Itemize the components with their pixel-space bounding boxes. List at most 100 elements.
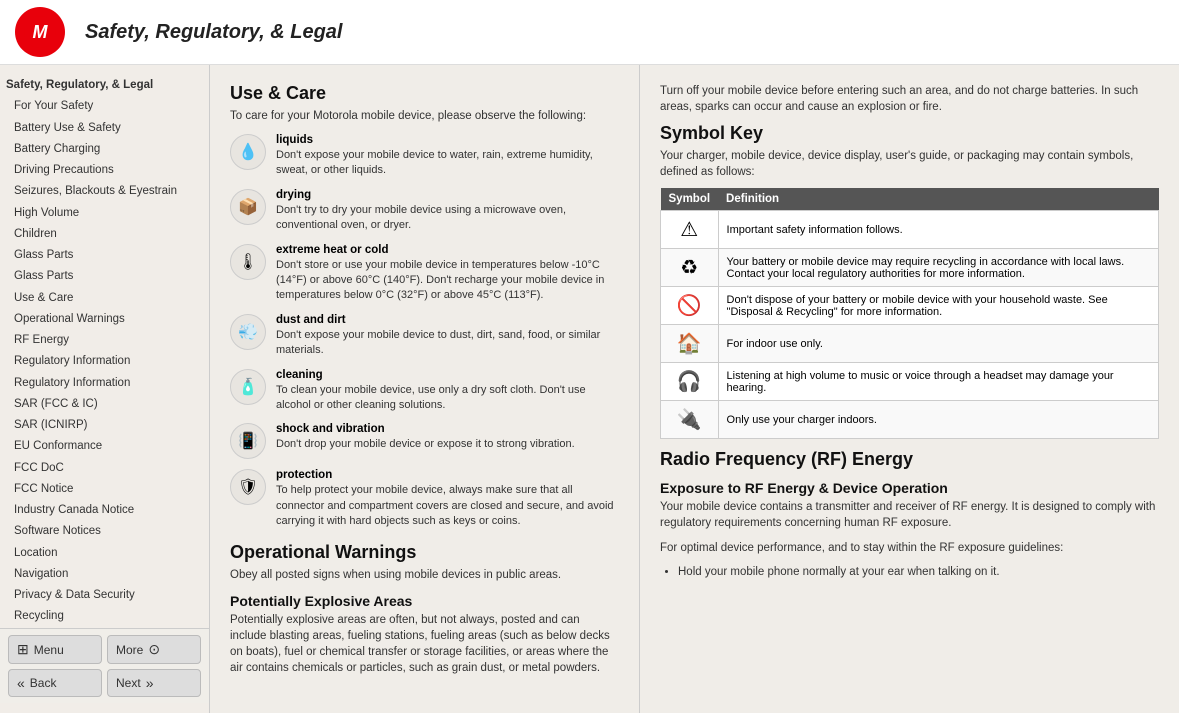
sidebar-item-fcc-doc[interactable]: FCC DoC <box>0 458 209 479</box>
symbol-key-description: Your charger, mobile device, device disp… <box>660 148 1159 180</box>
symbol-cell-2: 🚫 <box>661 287 719 325</box>
back-button[interactable]: « Back <box>8 669 102 697</box>
use-care-title: Use & Care <box>230 83 619 104</box>
care-text-extreme-heat: extreme heat or coldDon't store or use y… <box>276 244 619 304</box>
header: M Safety, Regulatory, & Legal <box>0 0 1179 65</box>
next-button[interactable]: Next » <box>107 669 201 697</box>
sidebar-item-use-care[interactable]: Use & Care <box>0 288 209 309</box>
definition-cell-5: Only use your charger indoors. <box>718 401 1158 439</box>
symbol-row-4: 🎧Listening at high volume to music or vo… <box>661 363 1159 401</box>
sidebar-item-privacy-data-security[interactable]: Privacy & Data Security <box>0 585 209 606</box>
sidebar-item-glass-parts1[interactable]: Glass Parts <box>0 245 209 266</box>
potentially-explosive-title: Potentially Explosive Areas <box>230 593 619 609</box>
symbol-row-1: ♻Your battery or mobile device may requi… <box>661 249 1159 287</box>
care-title-drying: drying <box>276 189 619 201</box>
care-desc-protection: To help protect your mobile device, alwa… <box>276 483 619 529</box>
symbol-cell-5: 🔌 <box>661 401 719 439</box>
more-icon: ⊙ <box>148 641 160 658</box>
operational-warnings-desc: Obey all posted signs when using mobile … <box>230 567 619 583</box>
sidebar-item-operational-warnings[interactable]: Operational Warnings <box>0 309 209 330</box>
menu-button[interactable]: ⊞ Menu <box>8 635 102 664</box>
sidebar-item-driving-precautions[interactable]: Driving Precautions <box>0 160 209 181</box>
care-text-liquids: liquidsDon't expose your mobile device t… <box>276 134 619 179</box>
menu-icon: ⊞ <box>17 641 29 658</box>
sidebar-item-children[interactable]: Children <box>0 224 209 245</box>
symbol-cell-3: 🏠 <box>661 325 719 363</box>
care-icon-protection: 🛡 <box>230 469 266 505</box>
symbol-cell-1: ♻ <box>661 249 719 287</box>
definition-cell-4: Listening at high volume to music or voi… <box>718 363 1158 401</box>
sidebar-item-recycling[interactable]: Recycling <box>0 606 209 627</box>
symbol-row-2: 🚫Don't dispose of your battery or mobile… <box>661 287 1159 325</box>
more-button[interactable]: More ⊙ <box>107 635 201 664</box>
back-label: Back <box>30 676 57 690</box>
care-items-list: 💧 liquidsDon't expose your mobile device … <box>230 134 619 529</box>
care-text-drying: drying Don't try to dry your mobile devic… <box>276 189 619 234</box>
rf-guideline-0: Hold your mobile phone normally at your … <box>678 564 1159 580</box>
sidebar-item-sar-fcc-ic[interactable]: SAR (FCC & IC) <box>0 394 209 415</box>
care-desc-dust-dirt: Don't expose your mobile device to dust,… <box>276 328 619 359</box>
care-icon-dust-dirt: 💨 <box>230 314 266 350</box>
care-text-protection: protectionTo help protect your mobile de… <box>276 469 619 529</box>
sidebar-item-glass-parts2[interactable]: Glass Parts <box>0 266 209 287</box>
care-title-shock-vibration: shock and vibration <box>276 423 575 435</box>
next-icon: » <box>146 675 154 691</box>
definition-cell-1: Your battery or mobile device may requir… <box>718 249 1158 287</box>
back-icon: « <box>17 675 25 691</box>
care-icon-drying: 📦 <box>230 189 266 225</box>
care-text-dust-dirt: dust and dirt Don't expose your mobile de… <box>276 314 619 359</box>
sidebar-item-navigation[interactable]: Navigation <box>0 564 209 585</box>
sidebar-item-sar-icnirp[interactable]: SAR (ICNIRP) <box>0 415 209 436</box>
care-desc-drying: Don't try to dry your mobile device usin… <box>276 203 619 234</box>
care-title-dust-dirt: dust and dirt <box>276 314 619 326</box>
use-care-description: To care for your Motorola mobile device,… <box>230 108 619 124</box>
definition-cell-0: Important safety information follows. <box>718 211 1158 249</box>
bottom-nav: ⊞ Menu More ⊙ « Back Next » <box>0 628 209 703</box>
care-desc-liquids: Don't expose your mobile device to water… <box>276 148 619 179</box>
sidebar-item-location[interactable]: Location <box>0 543 209 564</box>
main-layout: Safety, Regulatory, & LegalFor Your Safe… <box>0 65 1179 713</box>
rf-energy-title: Radio Frequency (RF) Energy <box>660 449 1159 470</box>
definition-cell-2: Don't dispose of your battery or mobile … <box>718 287 1158 325</box>
sidebar-item-battery-use-safety[interactable]: Battery Use & Safety <box>0 118 209 139</box>
rf-guidelines-title: For optimal device performance, and to s… <box>660 540 1159 556</box>
sidebar-item-safety-regulatory-legal[interactable]: Safety, Regulatory, & Legal <box>0 75 209 96</box>
care-item-liquids: 💧 liquidsDon't expose your mobile device … <box>230 134 619 179</box>
care-icon-extreme-heat: 🌡 <box>230 244 266 280</box>
symbol-cell-0: ⚠ <box>661 211 719 249</box>
care-icon-liquids: 💧 <box>230 134 266 170</box>
more-label: More <box>116 643 143 657</box>
care-title-extreme-heat: extreme heat or cold <box>276 244 619 256</box>
symbol-table: Symbol Definition ⚠Important safety info… <box>660 188 1159 439</box>
sidebar-item-rf-energy[interactable]: RF Energy <box>0 330 209 351</box>
potentially-explosive-text: Potentially explosive areas are often, b… <box>230 612 619 676</box>
care-item-extreme-heat: 🌡 extreme heat or coldDon't store or use … <box>230 244 619 304</box>
care-item-dust-dirt: 💨 dust and dirt Don't expose your mobile d… <box>230 314 619 359</box>
sidebar-item-high-volume[interactable]: High Volume <box>0 203 209 224</box>
care-item-protection: 🛡 protectionTo help protect your mobile d… <box>230 469 619 529</box>
sidebar-item-regulatory-information1[interactable]: Regulatory Information <box>0 351 209 372</box>
right-intro-text: Turn off your mobile device before enter… <box>660 83 1159 115</box>
symbol-row-3: 🏠For indoor use only. <box>661 325 1159 363</box>
page-title: Safety, Regulatory, & Legal <box>85 21 342 44</box>
sidebar-item-battery-charging[interactable]: Battery Charging <box>0 139 209 160</box>
sidebar-item-software-notices[interactable]: Software Notices <box>0 521 209 542</box>
sidebar-item-eu-conformance[interactable]: EU Conformance <box>0 436 209 457</box>
sidebar-item-for-your-safety[interactable]: For Your Safety <box>0 96 209 117</box>
sidebar-item-regulatory-information2[interactable]: Regulatory Information <box>0 373 209 394</box>
sidebar-nav: Safety, Regulatory, & LegalFor Your Safe… <box>0 75 209 628</box>
care-item-cleaning: 🧴cleaningTo clean your mobile device, us… <box>230 369 619 414</box>
care-title-cleaning: cleaning <box>276 369 619 381</box>
symbol-col-header: Symbol <box>661 188 719 211</box>
left-panel: Use & Care To care for your Motorola mob… <box>210 65 640 713</box>
symbol-table-body: ⚠Important safety information follows.♻Y… <box>661 211 1159 439</box>
definition-cell-3: For indoor use only. <box>718 325 1158 363</box>
sidebar-item-seizures[interactable]: Seizures, Blackouts & Eyestrain <box>0 181 209 202</box>
sidebar: Safety, Regulatory, & LegalFor Your Safe… <box>0 65 210 713</box>
care-desc-shock-vibration: Don't drop your mobile device or expose … <box>276 437 575 452</box>
sidebar-item-fcc-notice[interactable]: FCC Notice <box>0 479 209 500</box>
care-text-cleaning: cleaningTo clean your mobile device, use… <box>276 369 619 414</box>
sidebar-item-industry-canada-notice[interactable]: Industry Canada Notice <box>0 500 209 521</box>
care-text-shock-vibration: shock and vibration Don't drop your mobil… <box>276 423 575 452</box>
operational-warnings-title: Operational Warnings <box>230 542 619 563</box>
